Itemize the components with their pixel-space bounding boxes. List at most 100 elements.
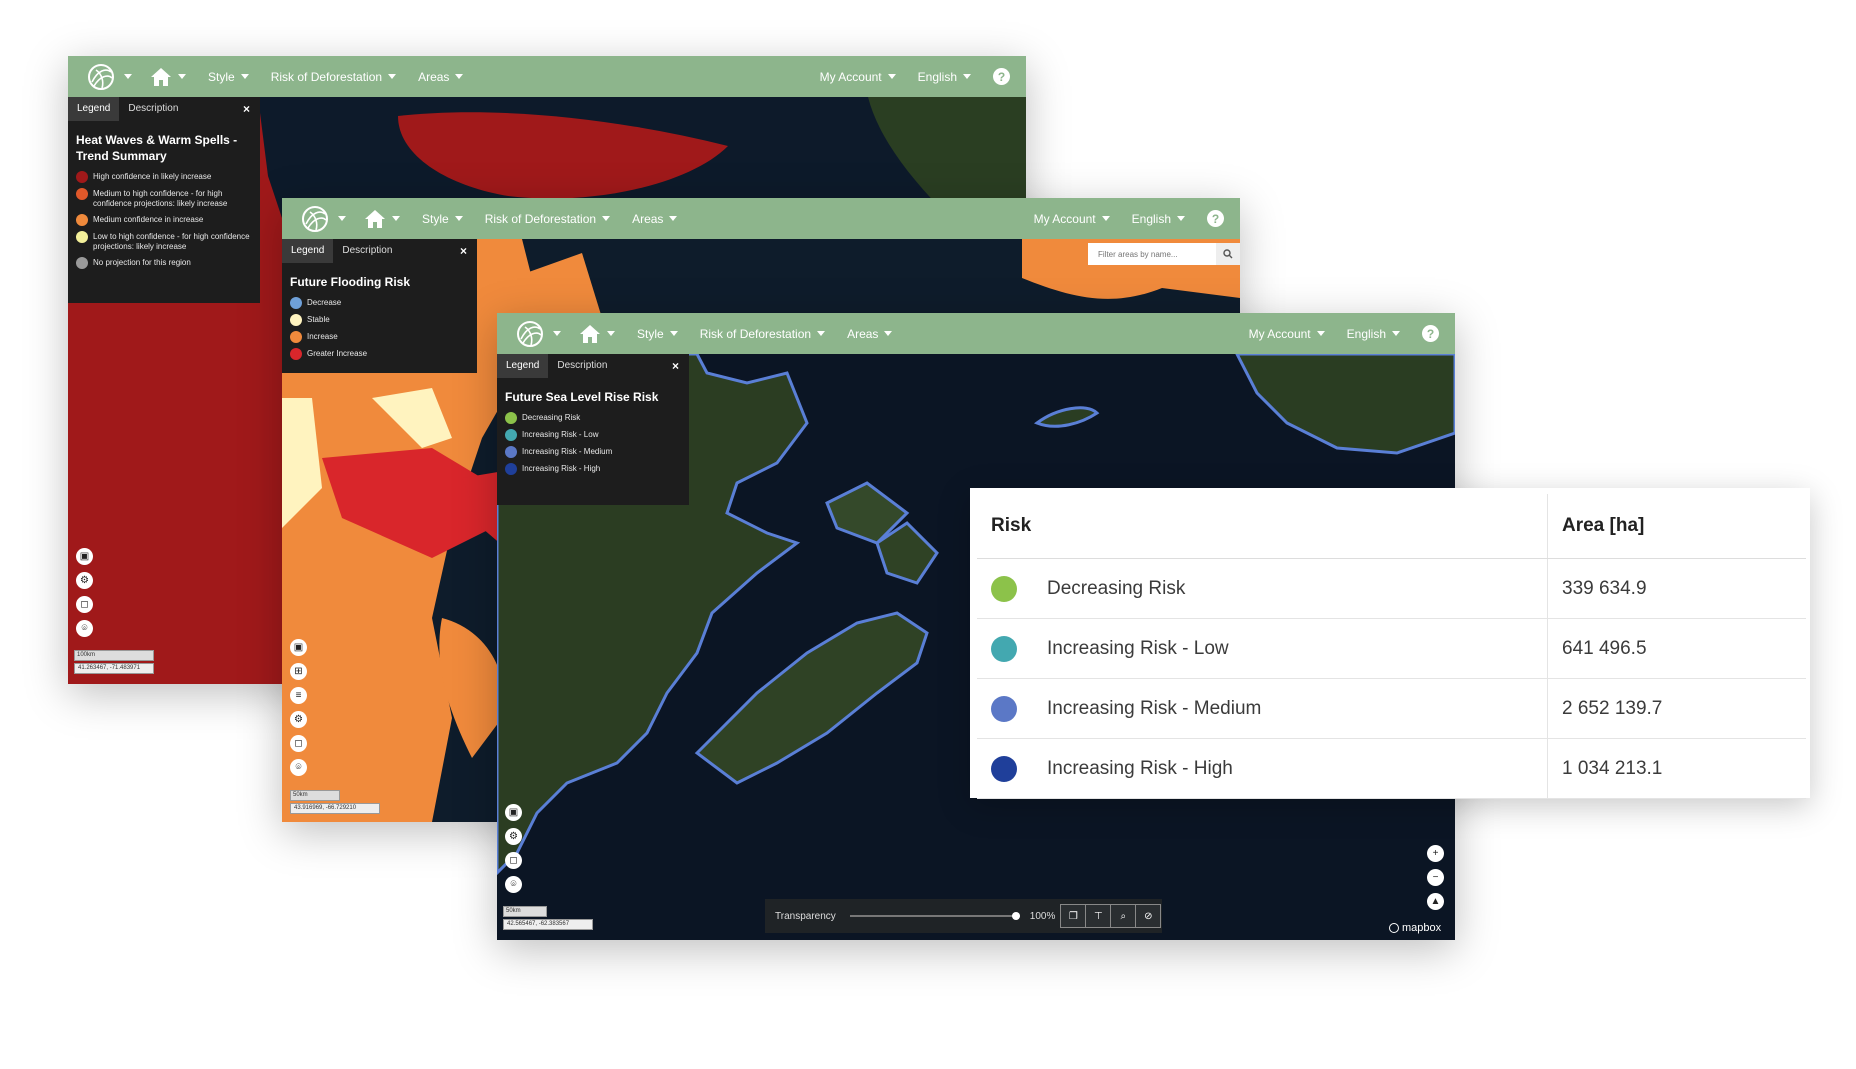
tab-description[interactable]: Description (119, 97, 187, 121)
logo-icon[interactable] (84, 60, 118, 94)
nav-deforestation[interactable]: Risk of Deforestation (271, 70, 397, 84)
table-row: Increasing Risk - Low 641 496.5 (977, 618, 1806, 679)
table-row: Increasing Risk - Medium 2 652 139.7 (977, 678, 1806, 739)
settings-icon[interactable]: ⚙ (505, 828, 522, 845)
logo-icon[interactable] (298, 202, 332, 236)
location-pin-icon[interactable]: ⌾ (505, 876, 522, 893)
nav-language[interactable]: English (918, 70, 971, 84)
legend-title: Future Flooding Risk (290, 275, 410, 289)
legend-item: Decrease (290, 297, 469, 309)
legend-item: Medium confidence in increase (76, 214, 252, 226)
top-navbar: Style Risk of Deforestation Areas My Acc… (68, 56, 1026, 97)
save-icon[interactable]: ▣ (290, 639, 307, 656)
mapbox-attribution[interactable]: mapbox (1389, 922, 1441, 934)
tab-description[interactable]: Description (333, 239, 401, 263)
home-button[interactable] (364, 209, 400, 229)
stop-icon[interactable]: ◻ (76, 596, 93, 613)
close-icon[interactable]: × (243, 102, 250, 116)
nav-my-account[interactable]: My Account (1034, 212, 1110, 226)
risk-color-dot (991, 755, 1017, 782)
table-row: Decreasing Risk 339 634.9 (977, 558, 1806, 619)
top-navbar: Style Risk of Deforestation Areas My Acc… (282, 198, 1240, 239)
nav-style[interactable]: Style (637, 327, 678, 341)
legend-title: Heat Waves & Warm Spells - Trend Summary (76, 133, 238, 163)
legend-panel: Legend Description × Heat Waves & Warm S… (68, 97, 260, 303)
settings-icon[interactable]: ⚙ (290, 711, 307, 728)
tab-legend[interactable]: Legend (497, 354, 549, 378)
nav-style[interactable]: Style (422, 212, 463, 226)
close-icon[interactable]: × (460, 244, 467, 258)
search-input[interactable] (1088, 243, 1216, 265)
search-icon[interactable] (1216, 243, 1240, 265)
help-icon[interactable]: ? (1207, 210, 1224, 227)
column-header-risk: Risk (977, 494, 1548, 559)
tab-legend[interactable]: Legend (68, 97, 120, 121)
risk-color-dot (991, 695, 1017, 722)
close-icon[interactable]: × (672, 359, 679, 373)
nav-language[interactable]: English (1132, 212, 1185, 226)
tab-legend[interactable]: Legend (282, 239, 334, 263)
logo-icon[interactable] (513, 317, 547, 351)
legend-item: Increasing Risk - Medium (505, 446, 681, 458)
location-pin-icon[interactable]: ⌾ (290, 759, 307, 776)
top-navbar: Style Risk of Deforestation Areas My Acc… (497, 313, 1455, 354)
risk-area-table: Risk Area [ha] Decreasing Risk 339 634.9… (970, 488, 1810, 799)
home-button[interactable] (579, 324, 615, 344)
chevron-down-icon[interactable] (338, 216, 346, 221)
home-button[interactable] (150, 67, 186, 87)
location-pin-icon[interactable]: ⌾ (76, 620, 93, 637)
hide-icon[interactable]: ⊘ (1135, 904, 1162, 928)
nav-areas[interactable]: Areas (847, 327, 893, 341)
nav-style[interactable]: Style (208, 70, 249, 84)
legend-panel: Legend Description × Future Sea Level Ri… (497, 354, 689, 505)
legend-item: Stable (290, 314, 469, 326)
coordinates-readout: 43.916969, -66.729210 (290, 803, 380, 814)
nav-my-account[interactable]: My Account (1249, 327, 1325, 341)
transparency-control: Transparency 100% ❐ ⊤ ⌕ ⊘ (765, 899, 1162, 933)
home-icon (365, 209, 385, 228)
chevron-down-icon[interactable] (553, 331, 561, 336)
settings-icon[interactable]: ⚙ (76, 572, 93, 589)
help-icon[interactable]: ? (993, 68, 1010, 85)
legend-item: Increase (290, 331, 469, 343)
zoom-icon[interactable]: ⌕ (1110, 904, 1137, 928)
home-icon (580, 324, 600, 343)
scale-bar: 50km 43.916969, -66.729210 (290, 790, 380, 814)
grid-icon[interactable]: ⊞ (290, 663, 307, 680)
legend-panel: Legend Description × Future Flooding Ris… (282, 239, 477, 373)
table-row: Increasing Risk - High 1 034 213.1 (977, 738, 1806, 799)
stop-icon[interactable]: ◻ (290, 735, 307, 752)
transparency-slider[interactable] (849, 911, 1020, 921)
zoom-in-icon[interactable]: + (1427, 845, 1444, 862)
filter-icon[interactable]: ⊤ (1085, 904, 1112, 928)
nav-deforestation[interactable]: Risk of Deforestation (485, 212, 611, 226)
compass-icon[interactable]: ▲ (1427, 893, 1444, 910)
home-icon (151, 67, 171, 86)
nav-my-account[interactable]: My Account (820, 70, 896, 84)
risk-color-dot (991, 575, 1017, 602)
chevron-down-icon[interactable] (124, 74, 132, 79)
legend-item: Greater Increase (290, 348, 469, 360)
coordinates-readout: 42.565467, -62.383567 (503, 919, 593, 930)
legend-item: Medium to high confidence - for high con… (76, 188, 252, 209)
scale-bar: 50km 42.565467, -62.383567 (503, 906, 593, 930)
column-header-area: Area [ha] (1547, 494, 1806, 559)
coordinates-readout: 41.263467, -71.483971 (74, 663, 154, 674)
nav-deforestation[interactable]: Risk of Deforestation (700, 327, 826, 341)
save-icon[interactable]: ▣ (76, 548, 93, 565)
zoom-out-icon[interactable]: − (1427, 869, 1444, 886)
legend-item: Increasing Risk - High (505, 463, 681, 475)
scale-bar: 100km 41.263467, -71.483971 (74, 650, 154, 674)
nav-areas[interactable]: Areas (418, 70, 464, 84)
mapbox-logo-icon (1389, 923, 1399, 933)
stop-icon[interactable]: ◻ (505, 852, 522, 869)
list-icon[interactable]: ≡ (290, 687, 307, 704)
layers-icon[interactable]: ❐ (1060, 904, 1087, 928)
help-icon[interactable]: ? (1422, 325, 1439, 342)
transparency-slider-handle[interactable] (1011, 912, 1020, 920)
tab-description[interactable]: Description (548, 354, 616, 378)
legend-item: Increasing Risk - Low (505, 429, 681, 441)
nav-language[interactable]: English (1347, 327, 1400, 341)
nav-areas[interactable]: Areas (632, 212, 678, 226)
save-icon[interactable]: ▣ (505, 804, 522, 821)
